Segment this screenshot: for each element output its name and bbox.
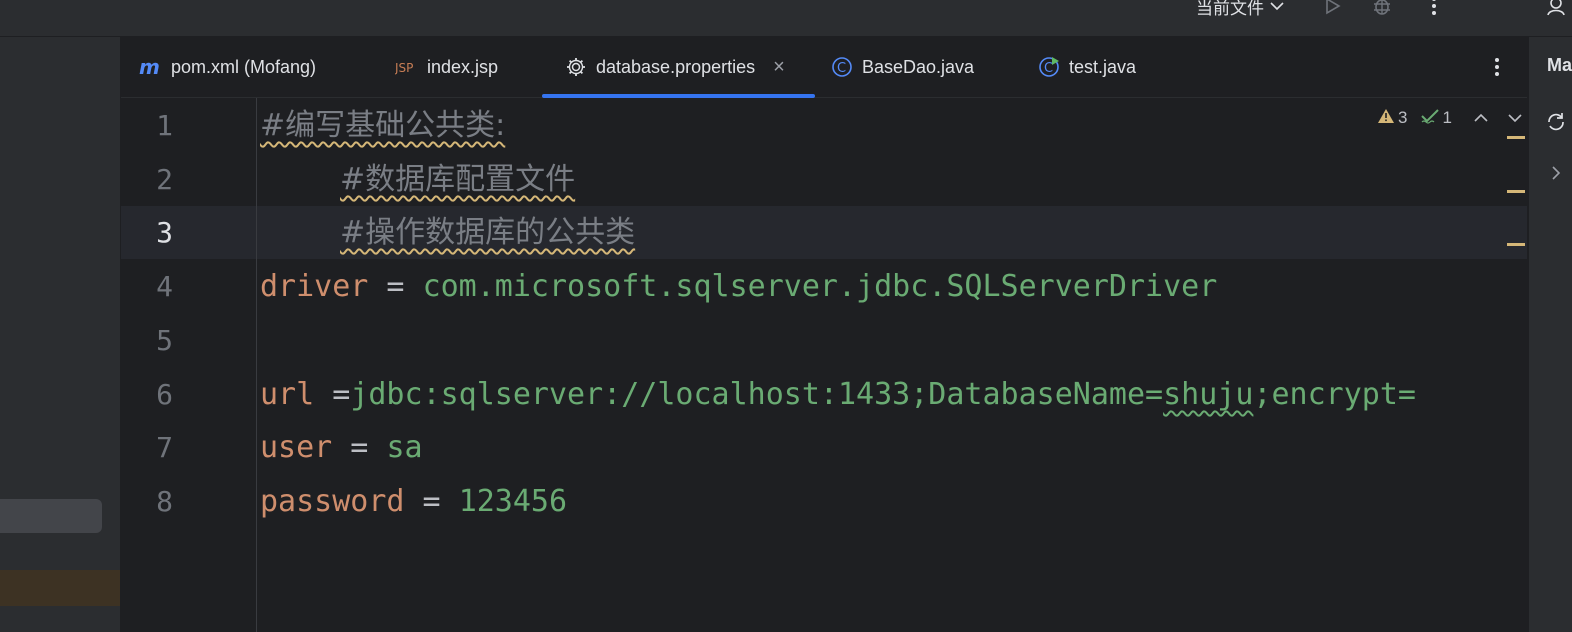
code-line[interactable]: 6 url =jdbc:sqlserver://localhost:1433;D… — [121, 368, 1527, 422]
close-icon[interactable]: × — [773, 56, 785, 79]
svg-text:m: m — [139, 57, 160, 77]
more-vertical-icon[interactable] — [1485, 55, 1509, 79]
warning-stripe-marker[interactable] — [1507, 136, 1525, 139]
property-line: url =jdbc:sqlserver://localhost:1433;Dat… — [260, 368, 1416, 422]
run-configuration-selector[interactable]: 当前文件 — [1196, 0, 1284, 18]
tool-window-title: Ma — [1547, 55, 1572, 75]
svg-text:C: C — [837, 61, 846, 76]
editor-area: m pom.xml (Mofang) JSP index.jsp databas… — [121, 37, 1527, 632]
property-key: driver — [260, 269, 369, 304]
code-line[interactable]: 3 #操作数据库的公共类 — [121, 206, 1527, 260]
highlighted-tree-item[interactable] — [0, 570, 120, 606]
property-value-typo: shuju — [1163, 377, 1254, 412]
run-icon[interactable] — [1320, 0, 1344, 18]
project-tool-window — [0, 37, 121, 632]
property-value: ;encrypt= — [1253, 377, 1416, 412]
code-line[interactable]: 5 — [121, 314, 1527, 368]
tab-index-jsp[interactable]: JSP index.jsp — [395, 37, 498, 97]
chevron-right-icon[interactable] — [1551, 165, 1561, 186]
property-separator: = — [332, 430, 387, 465]
editor-tab-bar: m pom.xml (Mofang) JSP index.jsp databas… — [121, 37, 1527, 98]
right-tool-window: Ma — [1528, 37, 1572, 632]
line-number: 2 — [156, 163, 173, 196]
more-vertical-icon[interactable] — [1422, 0, 1446, 18]
warning-stripe-marker[interactable] — [1507, 243, 1525, 246]
property-key: user — [260, 430, 333, 465]
comment-text: #操作数据库的公共类 — [340, 215, 636, 250]
property-value: com.microsoft.sqlserver.jdbc.SQLServerDr… — [422, 269, 1218, 304]
code-line[interactable]: 4 driver = com.microsoft.sqlserver.jdbc.… — [121, 260, 1527, 314]
tab-database-properties[interactable]: database.properties × — [542, 37, 815, 98]
line-number: 7 — [156, 431, 173, 464]
property-line: password = 123456 — [260, 475, 567, 529]
chevron-up-icon[interactable] — [1474, 108, 1488, 128]
tab-label: pom.xml (Mofang) — [171, 56, 317, 77]
line-number: 4 — [156, 270, 173, 303]
warning-stripe-marker[interactable] — [1507, 190, 1525, 193]
line-number: 5 — [156, 324, 173, 357]
property-line: driver = com.microsoft.sqlserver.jdbc.SQ… — [260, 260, 1217, 314]
weak-warnings-indicator[interactable]: 1 — [1421, 108, 1452, 129]
check-icon — [1421, 108, 1440, 129]
warnings-count: 3 — [1398, 108, 1408, 127]
runnable-class-icon: C — [1037, 55, 1061, 79]
warnings-indicator[interactable]: 3 — [1377, 108, 1407, 129]
property-separator: = — [314, 377, 351, 412]
tab-pom-xml[interactable]: m pom.xml (Mofang) — [139, 37, 316, 97]
tab-label: BaseDao.java — [862, 56, 975, 77]
property-value: sa — [386, 430, 423, 465]
line-number: 6 — [156, 378, 173, 411]
property-separator: = — [404, 484, 459, 519]
code-line[interactable]: 8 password = 123456 — [121, 475, 1527, 529]
svg-text:JSP: JSP — [395, 61, 413, 75]
line-number: 1 — [156, 109, 173, 142]
tab-basedao-java[interactable]: C BaseDao.java — [830, 37, 974, 97]
chevron-down-icon[interactable] — [1508, 108, 1522, 128]
svg-text:C: C — [1044, 61, 1053, 76]
class-icon: C — [830, 55, 854, 79]
code-line[interactable]: 7 user = sa — [121, 421, 1527, 475]
property-key: url — [260, 377, 315, 412]
warning-icon — [1377, 108, 1395, 129]
comment-text: #数据库配置文件 — [340, 162, 576, 197]
line-number: 3 — [156, 216, 173, 249]
code-line[interactable]: 1 #编写基础公共类: — [121, 99, 1527, 153]
comment-text: #编写基础公共类: — [260, 108, 506, 143]
debug-icon[interactable] — [1370, 0, 1394, 18]
line-number: 8 — [156, 485, 173, 518]
top-toolbar: 当前文件 — [0, 0, 1572, 37]
tab-label: database.properties — [596, 56, 756, 77]
weak-warnings-count: 1 — [1442, 108, 1452, 127]
property-key: password — [260, 484, 405, 519]
property-line: user = sa — [260, 421, 423, 475]
user-icon[interactable] — [1546, 0, 1570, 18]
gear-icon — [564, 55, 588, 79]
property-separator: = — [368, 269, 423, 304]
maven-icon: m — [139, 55, 163, 79]
tab-test-java[interactable]: C test.java — [1037, 37, 1136, 97]
inspections-widget[interactable]: 3 1 — [1377, 107, 1522, 129]
chevron-down-icon — [1270, 0, 1284, 16]
jsp-icon: JSP — [395, 55, 419, 79]
tab-label: test.java — [1069, 56, 1137, 77]
run-config-label: 当前文件 — [1196, 0, 1264, 18]
property-value: jdbc:sqlserver://localhost:1433;Database… — [350, 377, 1164, 412]
property-value: 123456 — [458, 484, 568, 519]
refresh-icon[interactable] — [1545, 111, 1567, 138]
selected-tree-item[interactable] — [0, 499, 102, 533]
tab-label: index.jsp — [427, 56, 499, 77]
code-line[interactable]: 2 #数据库配置文件 — [121, 153, 1527, 207]
